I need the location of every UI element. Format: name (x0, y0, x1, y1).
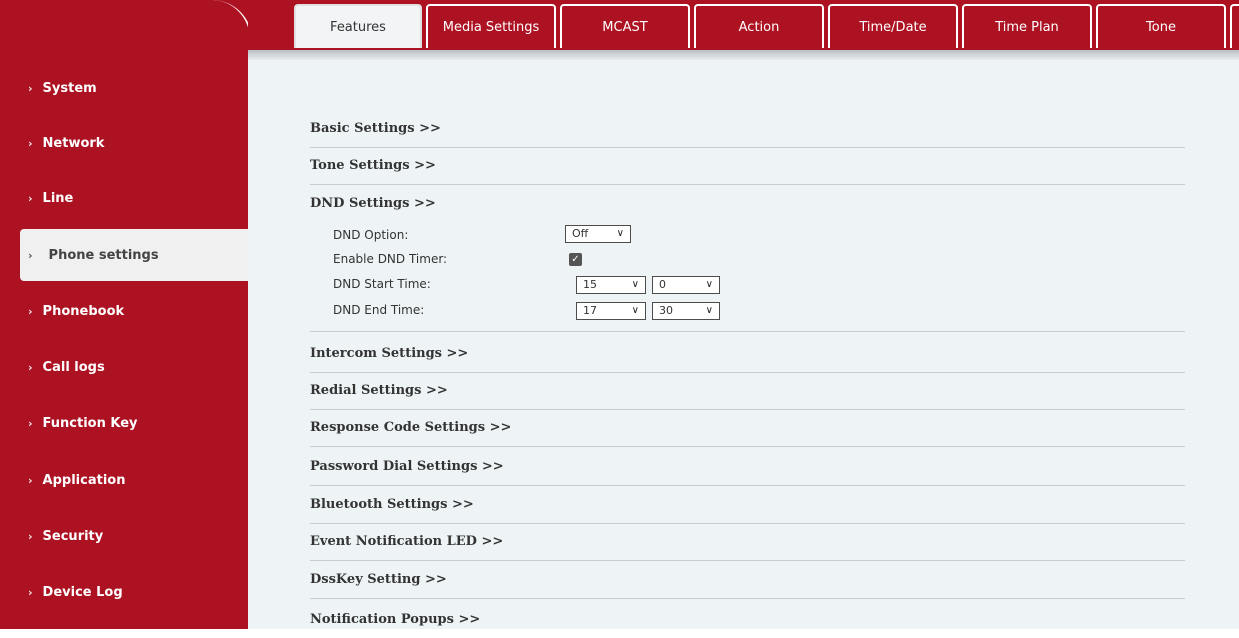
chevron-right-icon: › (28, 191, 33, 205)
section-title: Event Notification LED >> (310, 534, 504, 549)
divider (310, 331, 1185, 332)
chevron-down-icon: ∨ (616, 228, 624, 239)
content-panel: Basic Settings >> Tone Settings >> DND S… (248, 60, 1239, 629)
sidebar-item-label: Device Log (42, 584, 123, 600)
checkmark-icon: ✓ (571, 254, 580, 265)
tab-media-settings[interactable]: Media Settings (426, 4, 556, 48)
section-title: Bluetooth Settings >> (310, 497, 474, 512)
tab-label: Action (738, 19, 780, 35)
sidebar-item-label: Function Key (42, 415, 138, 431)
section-title: DssKey Setting >> (310, 572, 447, 587)
sidebar-item-line[interactable]: › Line (0, 172, 246, 224)
sidebar-item-application[interactable]: › Application (0, 454, 246, 506)
dnd-start-minute-select[interactable]: 0 ∨ (652, 276, 720, 294)
sidebar-item-label: Network (42, 135, 105, 151)
dnd-end-label: DND End Time: (333, 303, 425, 317)
select-value: 15 (583, 278, 597, 291)
sidebar-item-label: Line (42, 190, 74, 206)
section-title: Basic Settings >> (310, 121, 441, 136)
chevron-right-icon: › (28, 473, 33, 487)
sidebar-item-security[interactable]: › Security (0, 510, 246, 562)
tab-time-date[interactable]: Time/Date (828, 4, 958, 48)
select-value: 17 (583, 304, 597, 317)
sidebar-item-phone-settings[interactable]: › Phone settings (20, 229, 248, 281)
section-basic-settings[interactable]: Basic Settings >> (310, 110, 1185, 148)
section-title: Tone Settings >> (310, 158, 436, 173)
section-password-dial-settings[interactable]: Password Dial Settings >> (310, 448, 1185, 486)
dnd-timer-label: Enable DND Timer: (333, 252, 448, 266)
section-event-notification-led[interactable]: Event Notification LED >> (310, 523, 1185, 561)
section-bluetooth-settings[interactable]: Bluetooth Settings >> (310, 486, 1185, 524)
select-value: Off (572, 227, 589, 240)
section-intercom-settings[interactable]: Intercom Settings >> (310, 335, 1185, 373)
section-response-code-settings[interactable]: Response Code Settings >> (310, 409, 1185, 447)
sidebar-item-label: System (42, 80, 97, 96)
sidebar-item-label: Call logs (42, 359, 105, 375)
chevron-right-icon: › (28, 248, 33, 262)
select-value: 30 (659, 304, 673, 317)
dnd-end-minute-select[interactable]: 30 ∨ (652, 302, 720, 320)
section-title: Response Code Settings >> (310, 420, 512, 435)
chevron-right-icon: › (28, 416, 33, 430)
sidebar-item-phonebook[interactable]: › Phonebook (0, 285, 246, 337)
tab-features[interactable]: Features (294, 4, 422, 48)
chevron-down-icon: ∨ (705, 305, 713, 316)
tab-overflow[interactable] (1230, 4, 1239, 48)
section-tone-settings[interactable]: Tone Settings >> (310, 147, 1185, 185)
section-title: DND Settings >> (310, 195, 436, 211)
chevron-right-icon: › (28, 81, 33, 95)
chevron-right-icon: › (28, 529, 33, 543)
tab-label: Time/Date (859, 19, 927, 35)
dnd-timer-checkbox[interactable]: ✓ (569, 253, 582, 266)
tab-label: Features (330, 19, 386, 35)
sidebar-item-label: Security (42, 528, 104, 544)
tab-label: MCAST (602, 19, 648, 35)
section-notification-popups[interactable]: Notification Popups >> (310, 600, 1185, 638)
section-title: Redial Settings >> (310, 383, 448, 398)
sidebar-item-function-key[interactable]: › Function Key (0, 397, 246, 449)
chevron-right-icon: › (28, 136, 33, 150)
sidebar-header (0, 0, 252, 62)
dnd-end-hour-select[interactable]: 17 ∨ (576, 302, 646, 320)
tab-label: Media Settings (442, 19, 540, 35)
chevron-right-icon: › (28, 360, 33, 374)
chevron-right-icon: › (28, 585, 33, 599)
sidebar-item-network[interactable]: › Network (0, 117, 246, 169)
chevron-down-icon: ∨ (705, 279, 713, 290)
section-title: Intercom Settings >> (310, 346, 469, 361)
tab-label: Time Plan (995, 19, 1059, 35)
section-title: Notification Popups >> (310, 611, 481, 627)
sidebar-item-label: Application (42, 472, 126, 488)
sidebar-item-device-log[interactable]: › Device Log (0, 566, 246, 618)
tab-time-plan[interactable]: Time Plan (962, 4, 1092, 48)
sidebar-item-label: Phone settings (48, 247, 159, 263)
chevron-down-icon: ∨ (631, 279, 639, 290)
tab-tone[interactable]: Tone (1096, 4, 1226, 48)
sidebar-item-call-logs[interactable]: › Call logs (0, 341, 246, 393)
sidebar-item-system[interactable]: › System (0, 62, 246, 114)
section-redial-settings[interactable]: Redial Settings >> (310, 372, 1185, 410)
tab-label: Tone (1146, 19, 1176, 35)
select-value: 0 (659, 278, 666, 291)
tab-action[interactable]: Action (694, 4, 824, 48)
dnd-option-select[interactable]: Off ∨ (565, 225, 631, 243)
chevron-down-icon: ∨ (631, 305, 639, 316)
section-title: Password Dial Settings >> (310, 459, 504, 474)
dnd-start-label: DND Start Time: (333, 277, 431, 291)
chevron-right-icon: › (28, 304, 33, 318)
section-dsskey-setting[interactable]: DssKey Setting >> (310, 561, 1185, 599)
sidebar-item-label: Phonebook (42, 303, 125, 319)
tab-bar-shadow (248, 50, 1239, 60)
tab-mcast[interactable]: MCAST (560, 4, 690, 48)
dnd-option-label: DND Option: (333, 228, 409, 242)
section-dnd-settings[interactable]: DND Settings >> (310, 184, 1185, 222)
dnd-start-hour-select[interactable]: 15 ∨ (576, 276, 646, 294)
